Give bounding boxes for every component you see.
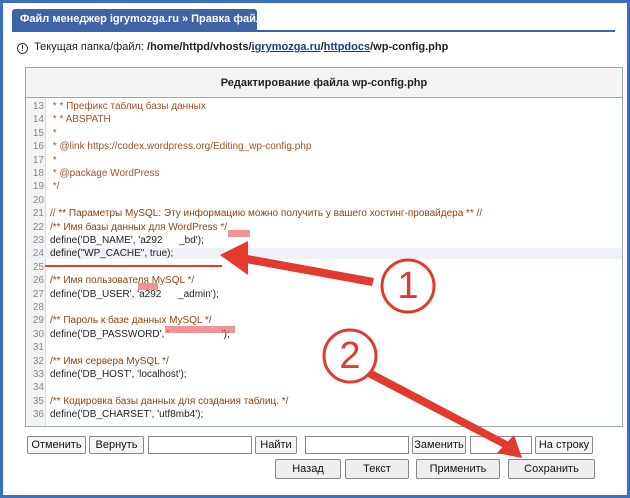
annotation-overlay	[45, 241, 522, 458]
annotation-label-1: 1	[397, 265, 419, 307]
arrow-1	[220, 241, 374, 286]
arrow-2	[366, 370, 522, 458]
annotation-label-2: 2	[339, 335, 361, 377]
